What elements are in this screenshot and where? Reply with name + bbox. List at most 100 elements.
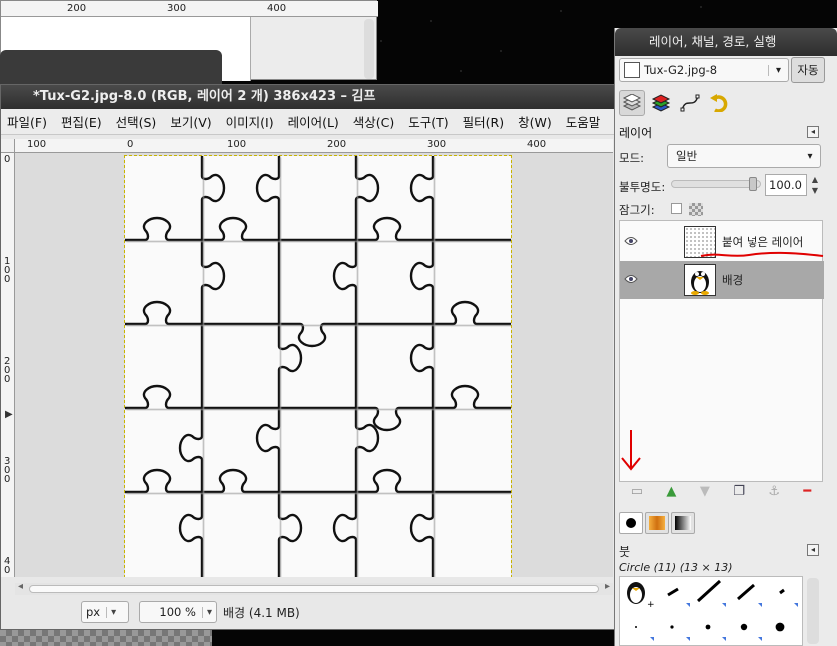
tab-paths[interactable]	[677, 90, 703, 116]
eye-icon[interactable]	[624, 235, 648, 249]
brush-item[interactable]	[728, 577, 764, 609]
menu-layer[interactable]: 레이어(L)	[288, 112, 339, 131]
zoom-value: 100 %	[159, 605, 196, 619]
opacity-spinner[interactable]: ▲ ▼	[808, 174, 822, 196]
background-speck	[700, 6, 702, 8]
ruler-label: 4 0	[4, 556, 11, 576]
menu-colors[interactable]: 색상(C)	[353, 112, 394, 131]
menu-bar: 파일(F) 편집(E) 선택(S) 보기(V) 이미지(I) 레이어(L) 색상…	[1, 109, 615, 135]
brush-item[interactable]	[764, 577, 800, 609]
scroll-left-icon[interactable]: ◂	[18, 581, 23, 592]
chevron-down-icon: ▾	[768, 64, 788, 76]
tab-undo-history[interactable]	[706, 90, 732, 116]
ruler-label: 1 0 0	[4, 256, 11, 285]
window-title[interactable]: *Tux-G2.jpg-8.0 (RGB, 레이어 2 개) 386x423 –…	[1, 85, 615, 109]
brush-item[interactable]	[728, 611, 764, 643]
ruler-label: 200	[327, 139, 347, 150]
eye-icon[interactable]	[624, 273, 648, 287]
opacity-input[interactable]: 100.0	[765, 174, 807, 196]
tab-gradients[interactable]	[671, 512, 695, 534]
raise-layer-icon[interactable]: ▲	[666, 484, 676, 499]
auto-button[interactable]: 자동	[791, 57, 825, 83]
menu-view[interactable]: 보기(V)	[170, 112, 211, 131]
lock-alpha-icon[interactable]	[689, 203, 703, 216]
menu-select[interactable]: 선택(S)	[116, 112, 157, 131]
image-selector[interactable]: Tux-G2.jpg-8 ▾	[619, 58, 789, 82]
ruler-label: 100	[227, 139, 247, 150]
layers-panel-title: 레이어	[619, 126, 653, 140]
new-layer-icon[interactable]: ▭	[631, 484, 643, 499]
image-window: *Tux-G2.jpg-8.0 (RGB, 레이어 2 개) 386x423 –…	[0, 84, 616, 630]
brush-item[interactable]	[764, 611, 800, 643]
lower-layer-icon[interactable]: ▼	[700, 484, 710, 499]
brushes-panel-title: 붓	[619, 545, 631, 559]
ruler-label: 400	[267, 3, 287, 14]
dock-title[interactable]: 레이어, 채널, 경로, 실행	[615, 28, 837, 56]
tab-patterns[interactable]	[645, 512, 669, 534]
scroll-right-icon[interactable]: ▸	[605, 581, 610, 592]
ruler-label: 300	[427, 139, 447, 150]
brush-item[interactable]	[620, 611, 656, 643]
channels-icon	[651, 94, 671, 112]
brush-grid[interactable]: +	[619, 576, 803, 646]
image-canvas[interactable]	[123, 154, 513, 577]
background-checkerboard	[0, 630, 212, 646]
ruler-label: 2 0 0	[4, 356, 11, 385]
duplicate-layer-icon[interactable]: ❐	[733, 484, 745, 499]
brush-item[interactable]: +	[620, 577, 656, 610]
brush-item[interactable]	[656, 577, 692, 609]
menu-file[interactable]: 파일(F)	[7, 112, 47, 131]
svg-text:+: +	[647, 600, 655, 609]
ruler-label: 0	[127, 139, 134, 150]
layer-row-selected[interactable]: 배경	[620, 261, 824, 299]
vertical-ruler[interactable]: 0 1 0 0 2 0 0 3 0 0 4 0	[1, 153, 15, 577]
opacity-slider-handle[interactable]	[749, 177, 757, 191]
ruler-label: 200	[67, 3, 87, 14]
zoom-select[interactable]: 100 % ▾	[139, 601, 217, 623]
menu-filters[interactable]: 필터(R)	[463, 112, 504, 131]
brush-item[interactable]	[656, 611, 692, 643]
status-bar: px ▾ 100 % ▾ 배경 (4.1 MB)	[1, 597, 615, 627]
unit-select[interactable]: px ▾	[81, 601, 129, 623]
mode-select[interactable]: 일반 ▾	[667, 144, 821, 168]
tux-icon	[691, 271, 709, 295]
tab-channels[interactable]	[648, 90, 674, 116]
canvas-area[interactable]	[15, 153, 613, 577]
dock-tabs	[619, 90, 732, 118]
delete-layer-icon[interactable]: ━	[803, 484, 811, 499]
mode-value: 일반	[676, 149, 698, 163]
panel-menu-icon[interactable]: ◂	[807, 126, 819, 138]
ruler-position-marker-icon: ▶	[5, 409, 13, 420]
layer-name: 배경	[722, 273, 744, 287]
paths-icon	[680, 94, 700, 112]
ruler-label: 300	[167, 3, 187, 14]
brush-scrollbar[interactable]	[807, 578, 819, 644]
horizontal-ruler[interactable]: 100 0 100 200 300 400	[15, 139, 613, 153]
menu-tools[interactable]: 도구(T)	[408, 112, 448, 131]
status-layer-info: 배경 (4.1 MB)	[223, 605, 300, 620]
background-ruler: 200 300 400	[1, 1, 378, 17]
anchor-layer-icon[interactable]: ⚓	[768, 484, 780, 499]
background-speck	[560, 10, 562, 12]
panel-menu-icon[interactable]: ◂	[807, 544, 819, 556]
chevron-down-icon: ▾	[807, 150, 813, 162]
tab-brushes[interactable]	[619, 512, 643, 534]
horizontal-scrollbar[interactable]: ◂ ▸	[15, 581, 613, 595]
tab-layers[interactable]	[619, 90, 645, 116]
menu-image[interactable]: 이미지(I)	[226, 112, 274, 131]
menu-help[interactable]: 도움말	[566, 112, 601, 131]
brush-item[interactable]	[692, 611, 728, 643]
menu-edit[interactable]: 편집(E)	[61, 112, 102, 131]
layer-name: 붙여 넣은 레이어	[722, 235, 804, 249]
lock-pixels-checkbox[interactable]	[671, 203, 682, 214]
layers-icon	[622, 94, 642, 111]
opacity-slider[interactable]	[671, 180, 761, 188]
ruler-corner-button[interactable]	[1, 139, 15, 153]
mode-label: 모드:	[619, 151, 645, 165]
undo-icon	[710, 94, 728, 112]
menu-windows[interactable]: 창(W)	[518, 112, 552, 131]
brush-item[interactable]	[692, 577, 728, 609]
tux-brush-icon: +	[627, 582, 655, 610]
layers-dock: 레이어, 채널, 경로, 실행 Tux-G2.jpg-8 ▾ 자동 레이어 ◂ …	[614, 28, 837, 646]
scrollbar-track[interactable]	[29, 585, 599, 593]
